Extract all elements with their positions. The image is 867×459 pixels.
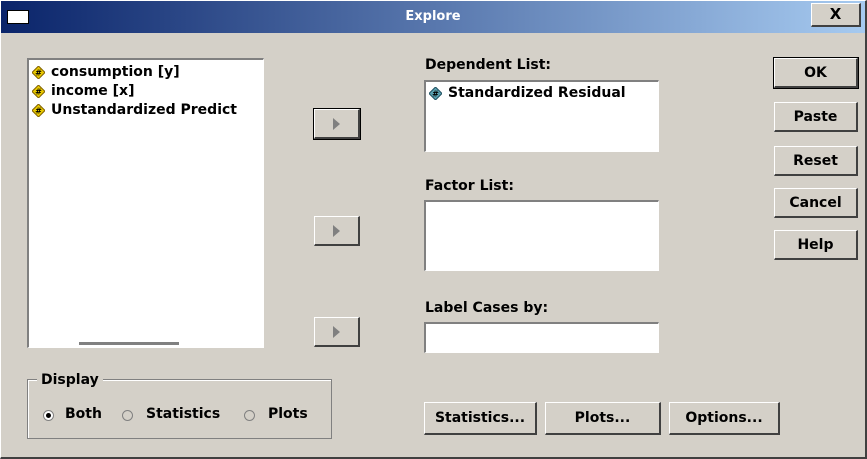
factor-list-label: Factor List: bbox=[425, 178, 514, 194]
plots-button[interactable]: Plots... bbox=[545, 402, 661, 435]
dependent-list-label: Dependent List: bbox=[425, 57, 551, 73]
move-to-factor-button[interactable] bbox=[314, 216, 360, 246]
help-button[interactable]: Help bbox=[774, 230, 858, 260]
variable-label: Unstandardized Predict bbox=[51, 102, 237, 118]
close-button[interactable]: X bbox=[811, 3, 861, 27]
list-item[interactable]: # income [x] bbox=[29, 82, 263, 101]
right-arrow-icon bbox=[333, 225, 340, 237]
title-bar[interactable]: Explore X bbox=[1, 1, 865, 33]
svg-text:#: # bbox=[35, 69, 42, 78]
window-title: Explore bbox=[405, 9, 461, 24]
scale-variable-icon: # bbox=[32, 85, 45, 98]
variable-label: Standardized Residual bbox=[448, 85, 626, 101]
display-statistics-radio[interactable] bbox=[122, 410, 133, 421]
list-item[interactable]: # consumption [y] bbox=[29, 63, 263, 82]
label-cases-field[interactable] bbox=[424, 322, 659, 353]
list-item[interactable]: # Unstandardized Predict bbox=[29, 101, 264, 120]
dependent-list[interactable]: # Standardized Residual bbox=[424, 80, 659, 152]
label-cases-label: Label Cases by: bbox=[425, 300, 549, 316]
move-to-label-cases-button[interactable] bbox=[314, 317, 360, 347]
explore-dialog: Explore X # consumption [y] # income [x]… bbox=[0, 0, 867, 459]
scale-variable-icon: # bbox=[429, 87, 442, 100]
options-button[interactable]: Options... bbox=[669, 402, 780, 435]
svg-text:#: # bbox=[35, 107, 42, 116]
variable-label: consumption [y] bbox=[51, 64, 180, 80]
paste-button[interactable]: Paste bbox=[774, 102, 858, 132]
statistics-button[interactable]: Statistics... bbox=[424, 402, 537, 435]
svg-text:#: # bbox=[35, 88, 42, 97]
right-arrow-icon bbox=[333, 326, 340, 338]
ok-button[interactable]: OK bbox=[773, 57, 859, 89]
factor-list[interactable] bbox=[424, 200, 659, 271]
display-statistics-label[interactable]: Statistics bbox=[146, 406, 220, 422]
display-legend: Display bbox=[37, 372, 103, 388]
source-variable-list[interactable]: # consumption [y] # income [x] # Unstand… bbox=[27, 58, 264, 348]
horizontal-scrollbar-thumb[interactable] bbox=[79, 342, 179, 345]
cancel-button[interactable]: Cancel bbox=[774, 188, 858, 218]
right-arrow-icon bbox=[333, 118, 340, 130]
move-to-dependent-button[interactable] bbox=[313, 108, 361, 140]
svg-text:#: # bbox=[432, 90, 439, 99]
variable-label: income [x] bbox=[51, 83, 135, 99]
reset-button[interactable]: Reset bbox=[774, 146, 858, 176]
display-plots-label[interactable]: Plots bbox=[268, 406, 308, 422]
display-both-label[interactable]: Both bbox=[65, 406, 102, 422]
list-item[interactable]: # Standardized Residual bbox=[426, 84, 658, 103]
scale-variable-icon: # bbox=[32, 66, 45, 79]
display-plots-radio[interactable] bbox=[244, 410, 255, 421]
display-both-radio[interactable] bbox=[43, 410, 54, 421]
scale-variable-icon: # bbox=[32, 104, 45, 117]
